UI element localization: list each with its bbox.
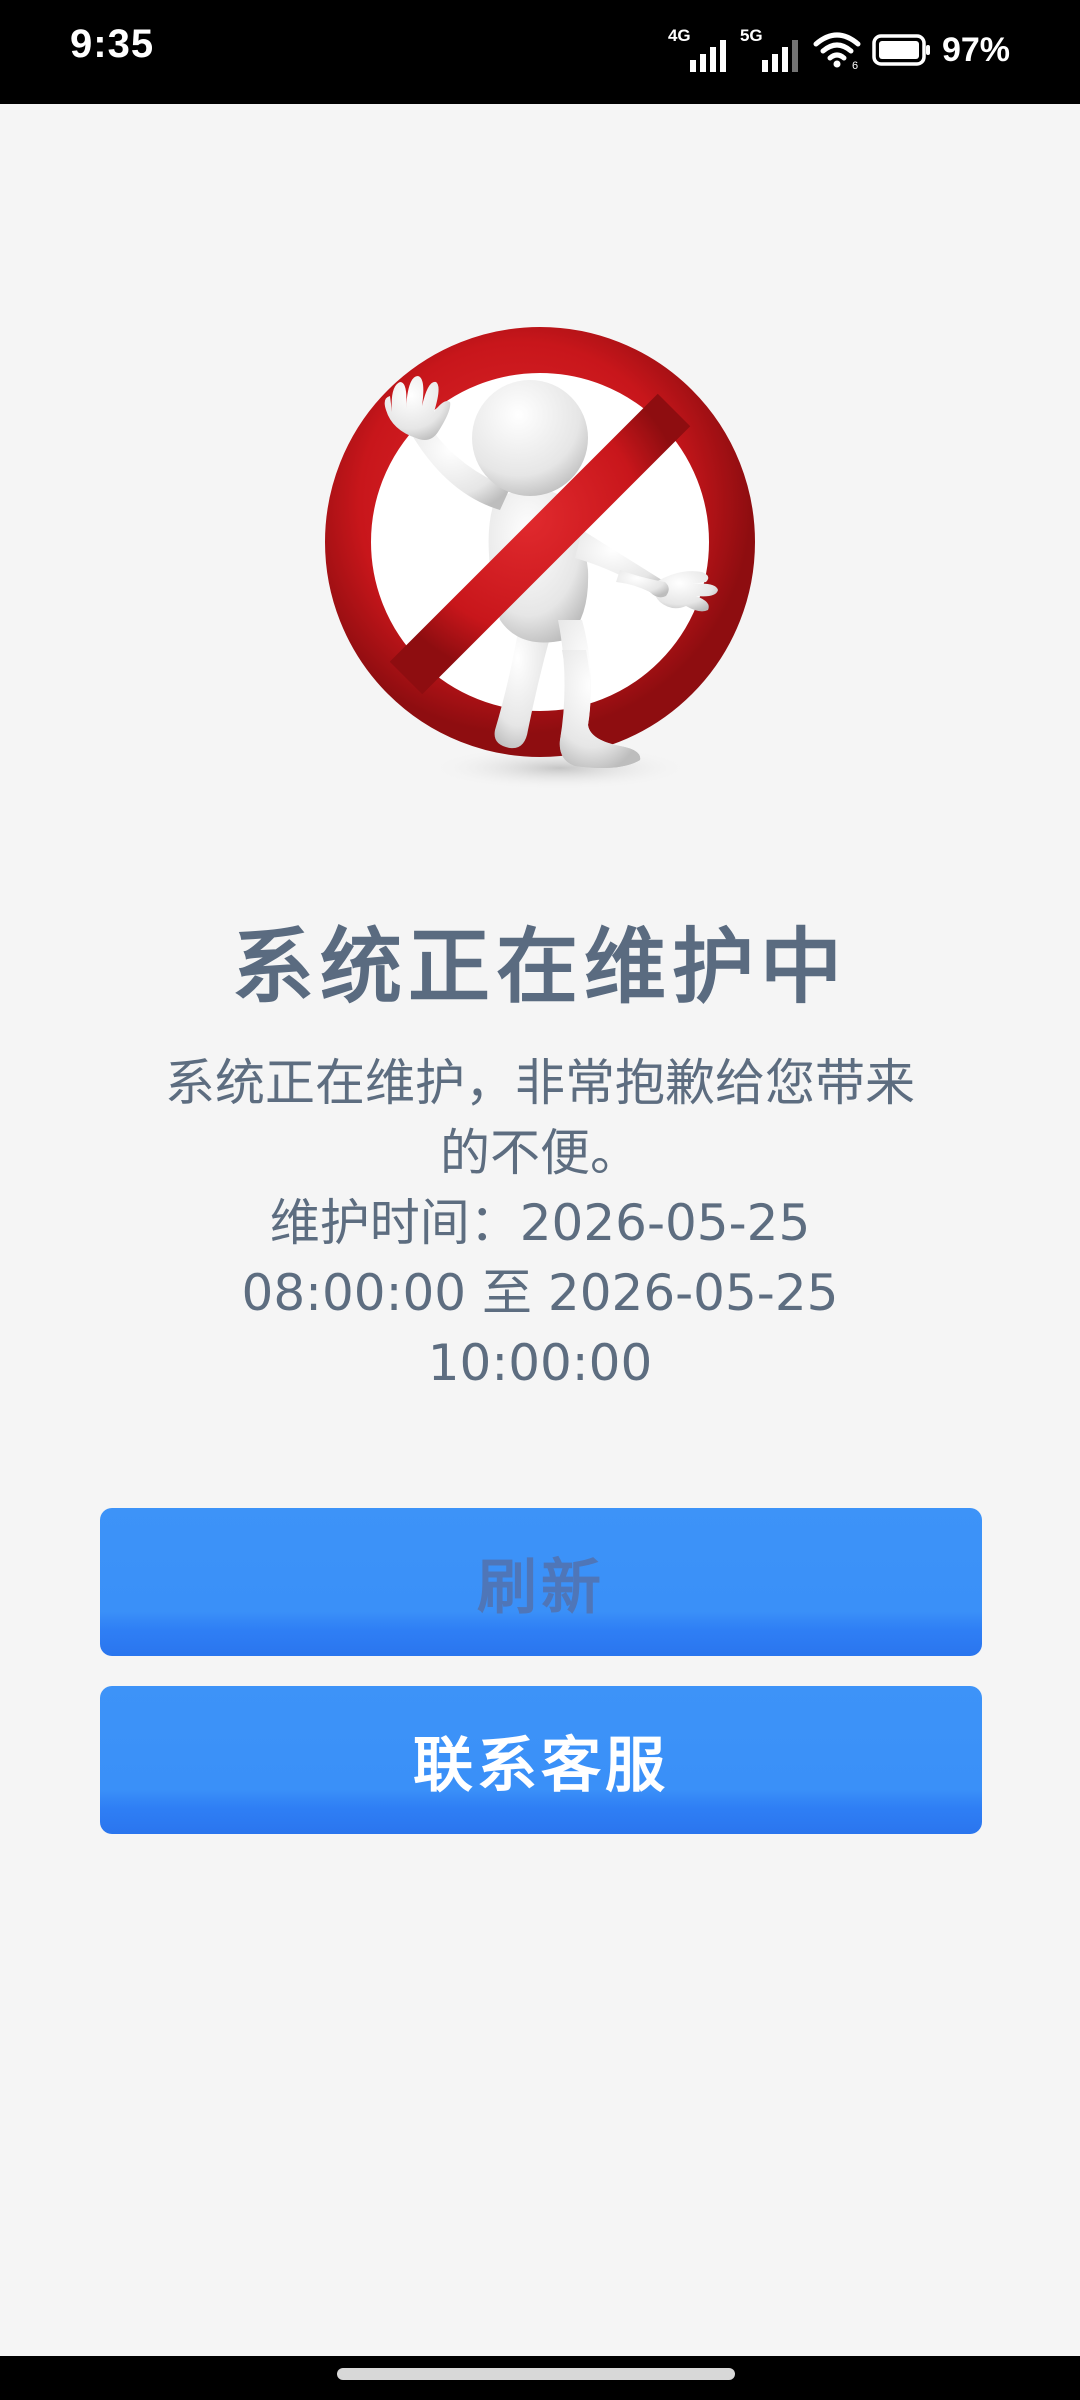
status-time: 9:35: [70, 22, 155, 66]
home-gesture-handle[interactable]: [337, 2368, 735, 2380]
signal-5g-group: 5G: [740, 26, 802, 72]
navigation-bar: [0, 2356, 1080, 2400]
battery-percent: 97%: [941, 30, 1010, 69]
signal-bars-icon: [761, 40, 798, 72]
battery-icon: [872, 34, 930, 66]
status-bar: 9:35 4G 5G 6 97%: [0, 0, 1080, 104]
signal-bars-icon: [689, 40, 726, 72]
signal-4g-group: 4G: [668, 26, 730, 72]
status-icons: 4G 5G 6 97%: [668, 22, 1010, 78]
wifi-icon: 6: [813, 32, 861, 70]
maintenance-screen: 9:35 4G 5G 6 97% 系统正在维护中 系统正在维护，非常抱歉给您带来…: [0, 0, 1080, 2400]
apology-text: 系统正在维护，非常抱歉给您带来的不便。: [165, 1054, 915, 1182]
refresh-button[interactable]: 刷新: [100, 1508, 982, 1656]
svg-text:6: 6: [852, 60, 858, 70]
maintenance-message: 系统正在维护，非常抱歉给您带来的不便。 维护时间：2026-05-25 08:0…: [150, 1048, 930, 1398]
page-title: 系统正在维护中: [231, 920, 848, 1015]
maintenance-time-text: 维护时间：2026-05-25 08:00:00 至 2026-05-25 10…: [241, 1194, 839, 1392]
no-entry-person-icon: [325, 327, 755, 790]
contact-support-button[interactable]: 联系客服: [100, 1686, 982, 1834]
